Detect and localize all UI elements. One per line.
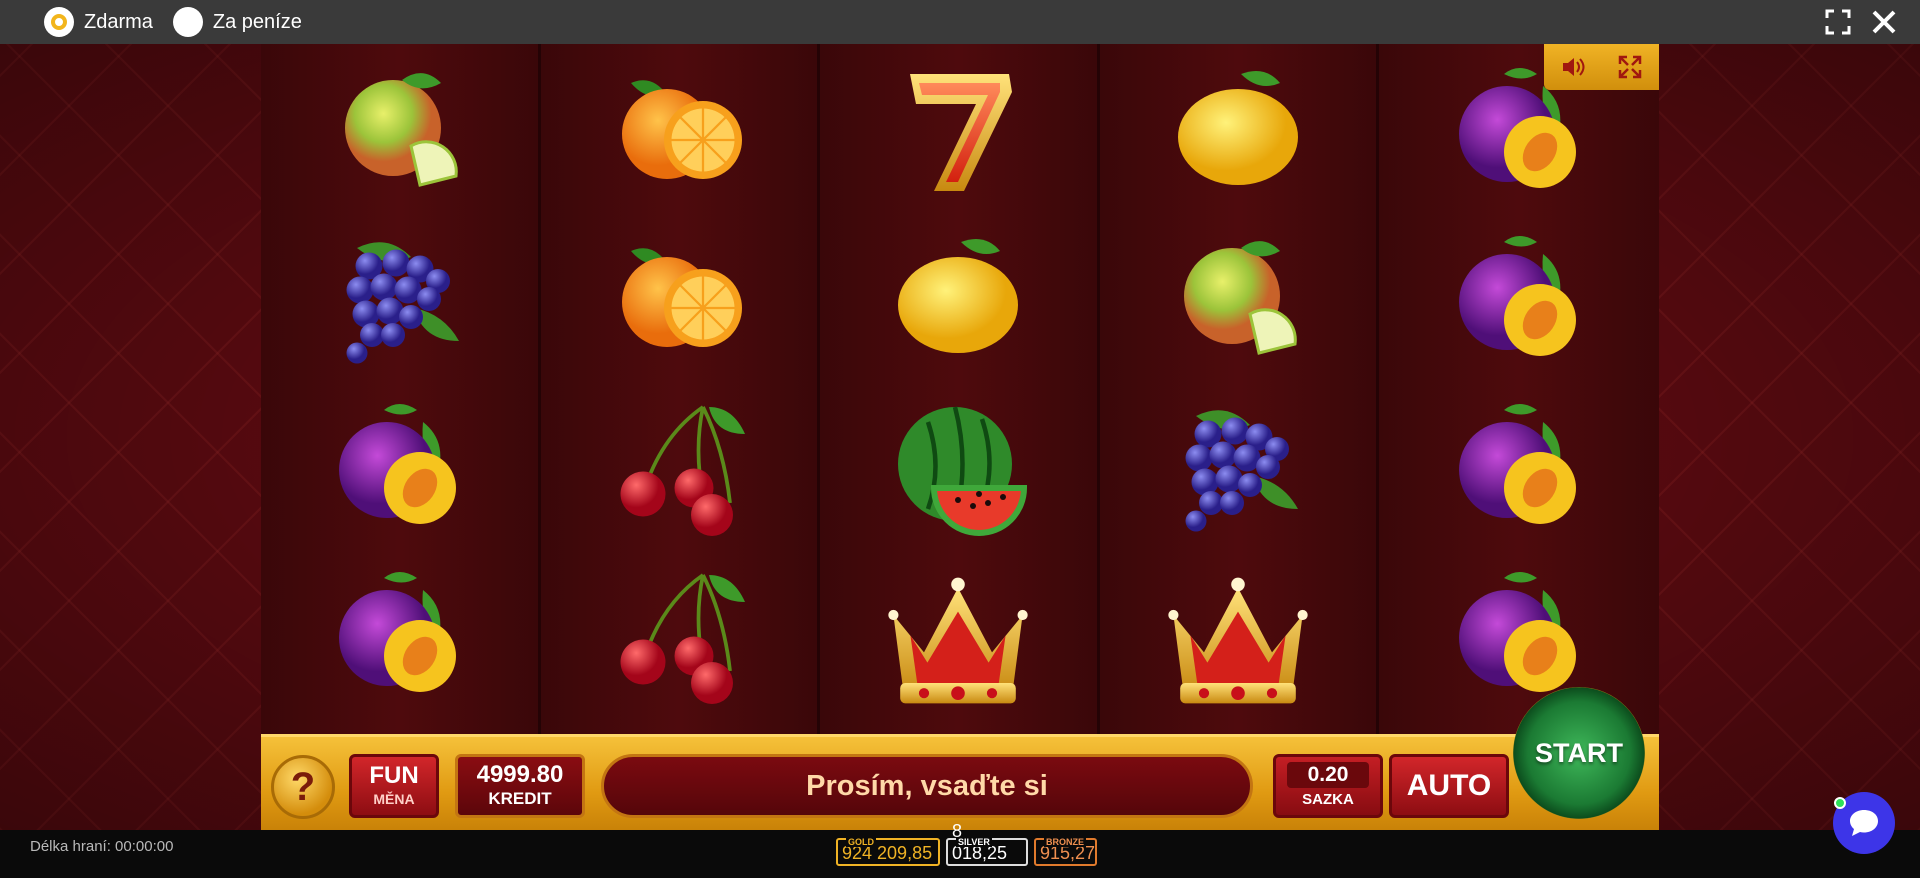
currency-button[interactable]: FUN MĚNA (349, 754, 439, 818)
speaker-icon[interactable] (1560, 54, 1586, 80)
slot-game: ? FUN MĚNA 4999.80 KREDIT Prosím, vsaďte… (261, 44, 1659, 830)
radio-unselected-icon[interactable] (172, 7, 203, 37)
bet-value: 0.20 (1287, 762, 1369, 788)
help-label: ? (290, 764, 316, 809)
crown-icon (820, 548, 1097, 716)
start-label: START (1535, 737, 1623, 768)
orange-icon (541, 44, 818, 212)
seven-icon (820, 44, 1097, 212)
jackpot-gold: GOLD 924 209,85 (836, 837, 940, 866)
reel-2 (540, 44, 821, 734)
bottom-bar: Délka hraní: 00:00:00 GOLD 924 209,85 SI… (0, 821, 1920, 878)
mode-option-label: Za peníze (212, 10, 302, 33)
jackpot-name: BRONZE (1044, 837, 1086, 847)
control-bar: ? FUN MĚNA 4999.80 KREDIT Prosím, vsaďte… (261, 687, 1659, 830)
fullscreen-icon[interactable] (1824, 8, 1852, 36)
cherries-icon (541, 548, 818, 716)
jackpot-bronze: BRONZE 915,27 (1034, 837, 1097, 866)
currency-value: FUN (369, 762, 419, 789)
help-button[interactable]: ? (271, 755, 335, 819)
mode-option-label: Zdarma (84, 10, 153, 33)
currency-label: MĚNA (373, 791, 415, 807)
grapes-icon (1100, 380, 1377, 548)
radio-selected-icon[interactable] (44, 7, 74, 37)
apple-icon (1100, 212, 1377, 380)
jackpot-name: GOLD (846, 837, 876, 847)
reel-4 (1099, 44, 1380, 734)
auto-label: AUTO (1406, 769, 1492, 802)
jackpot-silver: SILVER 8 018,25 (946, 821, 1028, 866)
reels-area (261, 44, 1659, 734)
watermelon-icon (820, 380, 1097, 548)
jackpot-name: SILVER (956, 837, 992, 847)
cherries-icon (541, 380, 818, 548)
expand-icon[interactable] (1617, 54, 1643, 80)
crown-icon (1100, 548, 1377, 716)
chat-icon (1850, 810, 1878, 836)
reel-5 (1379, 44, 1659, 734)
mode-option-free[interactable]: Zdarma (44, 7, 153, 37)
top-bar: Zdarma Za peníze (0, 0, 1920, 44)
bet-selector[interactable]: 0.20 SAZKA (1273, 754, 1383, 818)
apple-icon (261, 44, 538, 212)
credit-value: 4999.80 (476, 761, 564, 788)
credit-display: 4999.80 KREDIT (455, 754, 585, 818)
online-status-dot (1834, 797, 1846, 809)
plum-icon (1379, 380, 1659, 548)
play-duration: Délka hraní: 00:00:00 (30, 838, 174, 855)
lemon-icon (820, 212, 1097, 380)
lemon-icon (1100, 44, 1377, 212)
plum-icon (1379, 212, 1659, 380)
plum-icon (261, 380, 538, 548)
grapes-icon (261, 212, 538, 380)
plum-icon (1379, 548, 1659, 716)
message-bar: Prosím, vsaďte si (601, 754, 1253, 818)
start-button[interactable]: START (1513, 687, 1645, 819)
plum-icon (261, 548, 538, 716)
reel-1 (261, 44, 541, 734)
close-icon[interactable] (1870, 8, 1898, 36)
credit-label: KREDIT (488, 789, 552, 808)
jackpot-display: GOLD 924 209,85 SILVER 8 018,25 BRONZE 9… (836, 821, 1097, 866)
orange-icon (541, 212, 818, 380)
mode-option-money[interactable]: Za peníze (172, 7, 302, 37)
auto-button[interactable]: AUTO (1389, 754, 1509, 818)
message-text: Prosím, vsaďte si (806, 769, 1048, 802)
reel-3 (820, 44, 1100, 734)
bet-label: SAZKA (1302, 791, 1354, 808)
sound-panel (1544, 44, 1659, 90)
